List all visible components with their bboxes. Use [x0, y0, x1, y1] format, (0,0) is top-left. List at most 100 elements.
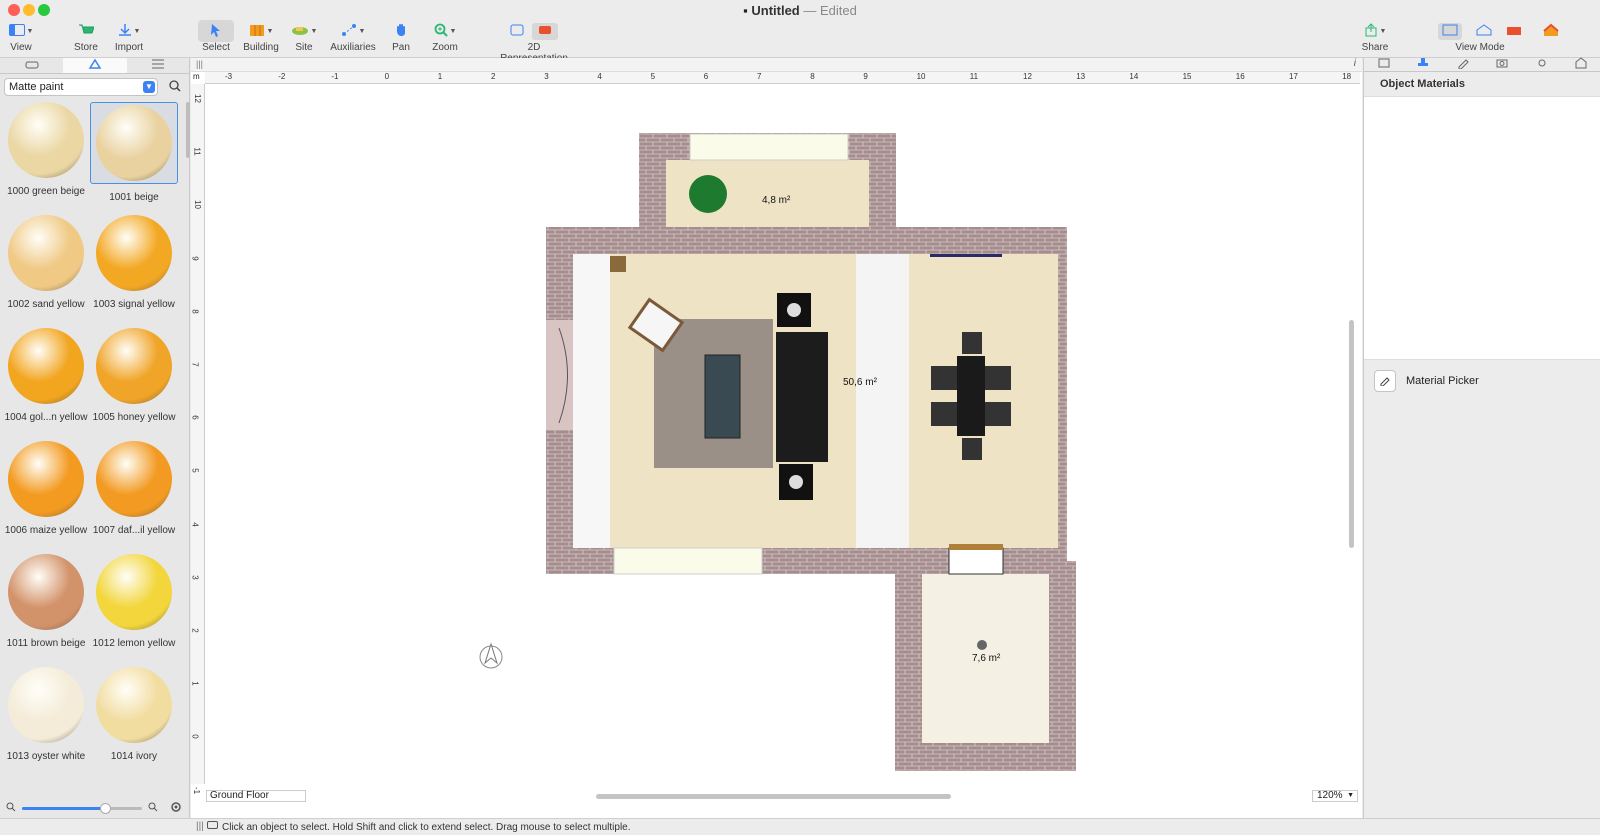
dining-chair-top[interactable] — [962, 332, 982, 354]
share-button[interactable]: ▼ Share — [1360, 20, 1390, 53]
vertical-scrollbar[interactable] — [1349, 320, 1354, 548]
import-icon — [118, 23, 132, 40]
split-mode-icon[interactable] — [1476, 23, 1492, 39]
dining-table[interactable] — [957, 356, 985, 436]
title-bar: ▪ Untitled — Edited ▼ View Store ▼ Impor… — [0, 0, 1600, 64]
tab-light[interactable] — [1522, 58, 1562, 71]
building-label: Building — [243, 42, 279, 53]
pan-label: Pan — [392, 42, 410, 53]
view-label: View — [10, 42, 32, 53]
tab-object[interactable] — [1364, 58, 1404, 71]
floor-plan-mode-icon[interactable] — [1438, 22, 1462, 40]
area-label-top: 4,8 m² — [762, 195, 791, 206]
material-tile[interactable]: 1000 green beige — [2, 102, 90, 197]
material-swatch — [8, 215, 84, 291]
zoom-tool-button[interactable]: ▼ Zoom — [430, 20, 460, 53]
zoom-select[interactable]: 120% ▼ — [1312, 790, 1358, 802]
pan-tool-button[interactable]: Pan — [388, 20, 414, 53]
zoom-in-small-icon[interactable] — [148, 802, 158, 815]
house-3d-button[interactable] — [1542, 20, 1560, 42]
material-tile[interactable]: 1005 honey yellow — [90, 328, 178, 423]
edited-indicator: — Edited — [803, 3, 857, 18]
search-button[interactable] — [164, 78, 186, 96]
select-tool-button[interactable]: Select — [198, 20, 234, 53]
floor-plan-canvas[interactable]: ||| i m -3 -2 -1 0 1 2 3 4 5 6 7 8 9 10 11 12 13 14 15 16 17… — [191, 58, 1362, 818]
house-icon — [1543, 23, 1559, 40]
dining-chair-4[interactable] — [985, 402, 1011, 426]
building-tool-button[interactable]: ▼ Building — [243, 20, 279, 53]
side-table[interactable] — [610, 256, 626, 272]
material-swatch — [8, 102, 84, 178]
material-label: 1001 beige — [109, 192, 159, 203]
compass[interactable] — [479, 642, 503, 669]
object-materials-list[interactable] — [1364, 96, 1600, 360]
floor-plan[interactable] — [191, 58, 1362, 818]
tab-materials-inspector[interactable] — [1404, 58, 1444, 71]
material-tile-frame — [2, 667, 90, 743]
material-library-panel: Matte paint ▼ 1000 green beige 1001 beige… — [0, 58, 190, 818]
material-label: 1005 honey yellow — [92, 412, 176, 423]
auxiliaries-tool-button[interactable]: ▼ Auxiliaries — [330, 20, 376, 53]
material-tile[interactable]: 1011 brown beige — [2, 554, 90, 649]
dining-chair-2[interactable] — [931, 402, 957, 426]
furniture-view-icon[interactable] — [532, 22, 558, 40]
lamp-bottom[interactable] — [977, 640, 987, 650]
door-bottom[interactable] — [948, 547, 1004, 575]
material-tile[interactable]: 1002 sand yellow — [2, 215, 90, 310]
dining-chair-3[interactable] — [985, 366, 1011, 390]
material-picker-button[interactable] — [1374, 370, 1396, 392]
chevron-down-icon: ▼ — [1347, 792, 1354, 799]
tab-edit[interactable] — [1443, 58, 1483, 71]
coffee-table[interactable] — [704, 354, 741, 439]
material-label: 1003 signal yellow — [93, 299, 175, 310]
material-tile[interactable]: 1001 beige — [90, 102, 178, 203]
floor-select[interactable]: Ground Floor — [206, 790, 306, 802]
dining-chair-bottom[interactable] — [962, 438, 982, 460]
tab-list[interactable] — [127, 58, 190, 73]
sofa[interactable] — [776, 332, 828, 462]
category-select[interactable]: Matte paint ▼ — [4, 78, 158, 96]
hallway-strip-left — [573, 254, 610, 548]
import-button[interactable]: ▼ Import — [114, 20, 144, 53]
door-bottom-frame — [949, 544, 1003, 550]
splitter-icon[interactable]: ||| — [196, 821, 204, 832]
plan-view-icon[interactable] — [510, 24, 524, 39]
material-tile[interactable]: 1013 oyster white — [2, 667, 90, 762]
material-tile-frame — [90, 441, 178, 517]
library-filter-row: Matte paint ▼ — [4, 78, 186, 96]
material-tile[interactable]: 1003 signal yellow — [90, 215, 178, 310]
thumbnail-size-bar — [0, 800, 190, 818]
door-left[interactable] — [546, 320, 573, 430]
material-tile-frame — [90, 554, 178, 630]
dining-chair-1[interactable] — [931, 366, 957, 390]
sun-icon — [1536, 57, 1548, 72]
area-label-main: 50,6 m² — [843, 377, 877, 388]
zoom-out-icon[interactable] — [6, 802, 16, 815]
tab-camera[interactable] — [1483, 58, 1523, 71]
tab-furniture[interactable] — [0, 58, 63, 73]
3d-mode-icon[interactable] — [1506, 24, 1522, 39]
window-right-top[interactable] — [930, 254, 1002, 257]
tab-materials[interactable] — [63, 58, 127, 73]
share-label: Share — [1361, 42, 1389, 53]
gear-icon[interactable] — [170, 801, 182, 816]
store-button[interactable]: Store — [72, 20, 100, 53]
list-icon — [151, 59, 165, 72]
library-scrollbar[interactable] — [186, 102, 190, 158]
thumbnail-size-slider[interactable] — [22, 803, 142, 814]
material-tile-frame — [2, 215, 90, 291]
horizontal-scrollbar[interactable] — [596, 794, 951, 799]
material-tile[interactable]: 1007 daf...il yellow — [90, 441, 178, 536]
window-top[interactable] — [689, 133, 849, 161]
material-label: 1011 brown beige — [6, 638, 86, 649]
tab-building[interactable] — [1562, 57, 1600, 71]
material-tile[interactable]: 1004 gol...n yellow — [2, 328, 90, 423]
view-button[interactable]: ▼ View — [6, 20, 36, 53]
plant[interactable] — [689, 175, 727, 213]
material-tile[interactable]: 1014 ivory — [90, 667, 178, 762]
material-tile[interactable]: 1012 lemon yellow — [90, 554, 178, 649]
view-mode-group: View Mode — [1428, 20, 1532, 53]
material-tile[interactable]: 1006 maize yellow — [2, 441, 90, 536]
slider-thumb[interactable] — [100, 803, 111, 814]
site-tool-button[interactable]: ▼ Site — [288, 20, 320, 53]
